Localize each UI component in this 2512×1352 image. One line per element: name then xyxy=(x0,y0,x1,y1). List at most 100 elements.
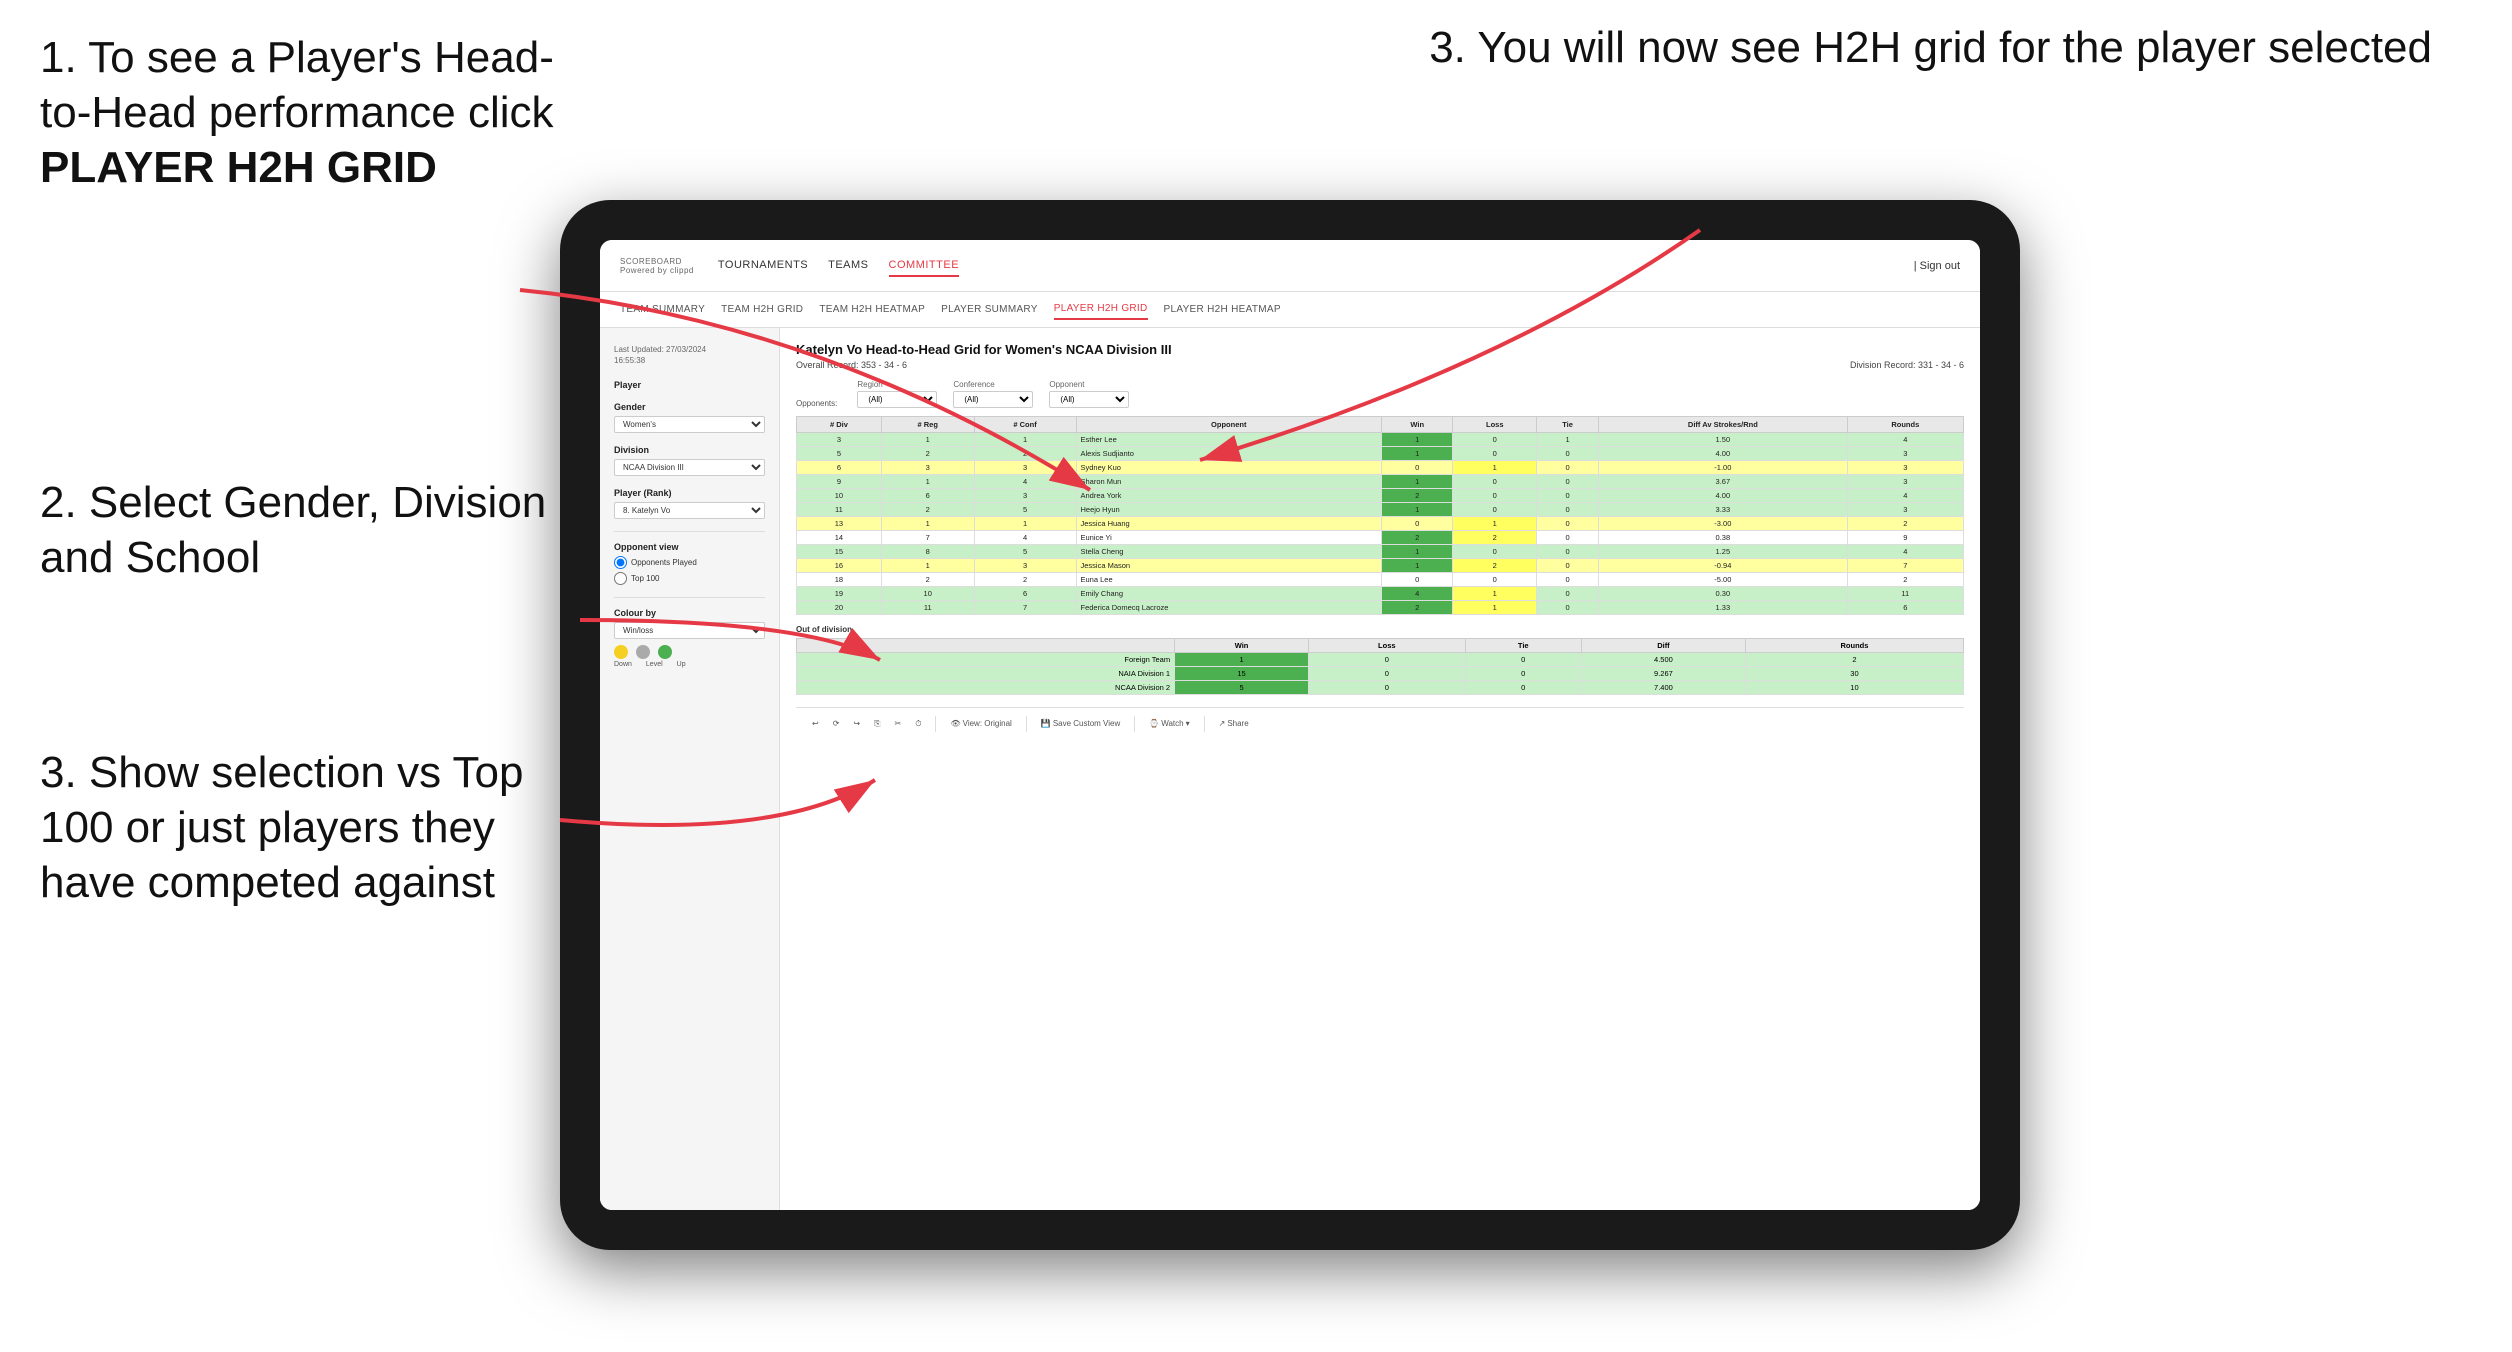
out-of-division-label: Out of division xyxy=(796,625,1964,634)
cell-opponent: Eunice Yi xyxy=(1076,531,1382,545)
cell-reg: 1 xyxy=(881,517,974,531)
th-win: Win xyxy=(1382,417,1453,433)
ood-th-tie: Tie xyxy=(1465,639,1581,653)
radio-opponents-played[interactable]: Opponents Played xyxy=(614,556,765,569)
subnav-team-h2h-heatmap[interactable]: TEAM H2H HEATMAP xyxy=(819,300,925,319)
save-icon: 💾 xyxy=(1041,719,1051,728)
toolbar-undo[interactable]: ↩ xyxy=(808,717,823,730)
toolbar-copy[interactable]: ⎘ xyxy=(870,717,884,731)
cell-diff: 3.67 xyxy=(1599,475,1848,489)
cell-opponent: Sharon Mun xyxy=(1076,475,1382,489)
ood-cell-tie: 0 xyxy=(1465,667,1581,681)
cell-reg: 7 xyxy=(881,531,974,545)
legend-up xyxy=(658,645,672,659)
toolbar-share[interactable]: ↗ Share xyxy=(1215,717,1253,730)
th-diff: Diff Av Strokes/Rnd xyxy=(1599,417,1848,433)
filter-conference-label: Conference xyxy=(953,380,1033,389)
legend-down xyxy=(614,645,628,659)
nav-items: TOURNAMENTS TEAMS COMMITTEE xyxy=(718,255,1890,277)
toolbar-divider3 xyxy=(1134,716,1135,732)
toolbar-watch[interactable]: ⌚ Watch ▾ xyxy=(1145,717,1193,730)
step3-right-text: 3. You will now see H2H grid for the pla… xyxy=(1429,20,2432,75)
table-row: 3 1 1 Esther Lee 1 0 1 1.50 4 xyxy=(797,433,1964,447)
tablet-screen: SCOREBOARD Powered by clippd TOURNAMENTS… xyxy=(600,240,1980,1210)
sidebar: Last Updated: 27/03/202416:55:38 Player … xyxy=(600,328,780,1210)
cell-rounds: 3 xyxy=(1847,461,1963,475)
cell-div: 10 xyxy=(797,489,882,503)
radio-opponents-played-label: Opponents Played xyxy=(631,558,697,567)
ood-row: NCAA Division 2 5 0 0 7.400 10 xyxy=(797,681,1964,695)
cell-diff: -3.00 xyxy=(1599,517,1848,531)
toolbar: ↩ ⟳ ↪ ⎘ ✂ ⏱ 👁 View: Original 💾 Save Cust… xyxy=(796,707,1964,739)
sidebar-colour-select[interactable]: Win/loss xyxy=(614,622,765,639)
filter-opponent-select[interactable]: (All) xyxy=(1049,391,1129,408)
logo-text: SCOREBOARD xyxy=(620,257,694,266)
ood-th-loss: Loss xyxy=(1309,639,1466,653)
division-record: Division Record: 331 - 34 - 6 xyxy=(1850,360,1964,370)
subnav-player-h2h-grid[interactable]: PLAYER H2H GRID xyxy=(1054,299,1148,320)
cell-div: 11 xyxy=(797,503,882,517)
cell-win: 0 xyxy=(1382,461,1453,475)
subnav-team-summary[interactable]: TEAM SUMMARY xyxy=(620,300,705,319)
filter-conference-select[interactable]: (All) xyxy=(953,391,1033,408)
cell-conf: 6 xyxy=(974,587,1076,601)
toolbar-view-original[interactable]: 👁 View: Original xyxy=(946,717,1015,730)
instruction-step1: 1. To see a Player's Head-to-Head perfor… xyxy=(40,30,600,195)
sidebar-divider xyxy=(614,531,765,532)
cell-conf: 5 xyxy=(974,503,1076,517)
cell-rounds: 3 xyxy=(1847,447,1963,461)
legend-labels: Down Level Up xyxy=(614,661,765,668)
cell-reg: 2 xyxy=(881,447,974,461)
sidebar-player-rank-select[interactable]: 8. Katelyn Vo xyxy=(614,502,765,519)
sidebar-division-select[interactable]: NCAA Division III xyxy=(614,459,765,476)
ood-th-rounds: Rounds xyxy=(1745,639,1963,653)
cell-loss: 0 xyxy=(1453,489,1537,503)
cell-opponent: Sydney Kuo xyxy=(1076,461,1382,475)
toolbar-redo2[interactable]: ↪ xyxy=(849,717,864,730)
toolbar-divider4 xyxy=(1204,716,1205,732)
radio-top100-input[interactable] xyxy=(614,572,627,585)
ood-cell-rounds: 30 xyxy=(1745,667,1963,681)
subnav-team-h2h-grid[interactable]: TEAM H2H GRID xyxy=(721,300,803,319)
nav-tournaments[interactable]: TOURNAMENTS xyxy=(718,255,808,277)
cell-div: 5 xyxy=(797,447,882,461)
ood-cell-loss: 0 xyxy=(1309,681,1466,695)
nav-right[interactable]: | Sign out xyxy=(1914,260,1960,272)
sidebar-player-rank-label: Player (Rank) xyxy=(614,488,765,498)
toolbar-save-custom[interactable]: 💾 Save Custom View xyxy=(1037,717,1124,730)
subnav-player-h2h-heatmap[interactable]: PLAYER H2H HEATMAP xyxy=(1164,300,1281,319)
cell-opponent: Federica Domecq Lacroze xyxy=(1076,601,1382,615)
legend-level xyxy=(636,645,650,659)
sidebar-gender-select[interactable]: Women's xyxy=(614,416,765,433)
toolbar-clock[interactable]: ⏱ xyxy=(911,717,925,731)
cell-win: 2 xyxy=(1382,489,1453,503)
th-div: # Div xyxy=(797,417,882,433)
nav-committee[interactable]: COMMITTEE xyxy=(889,255,960,277)
filter-region-select[interactable]: (All) xyxy=(857,391,937,408)
nav-teams[interactable]: TEAMS xyxy=(828,255,868,277)
ood-row: NAIA Division 1 15 0 0 9.267 30 xyxy=(797,667,1964,681)
cell-diff: -0.94 xyxy=(1599,559,1848,573)
cell-opponent: Esther Lee xyxy=(1076,433,1382,447)
sidebar-gender-label: Gender xyxy=(614,402,765,412)
radio-top100[interactable]: Top 100 xyxy=(614,572,765,585)
legend-up-label: Up xyxy=(677,661,686,668)
cell-loss: 1 xyxy=(1453,601,1537,615)
toolbar-paste[interactable]: ✂ xyxy=(891,717,906,730)
cell-reg: 1 xyxy=(881,433,974,447)
cell-tie: 0 xyxy=(1537,573,1599,587)
radio-top100-label: Top 100 xyxy=(631,574,659,583)
cell-div: 3 xyxy=(797,433,882,447)
cell-diff: 1.33 xyxy=(1599,601,1848,615)
th-rounds: Rounds xyxy=(1847,417,1963,433)
cell-div: 19 xyxy=(797,587,882,601)
table-row: 18 2 2 Euna Lee 0 0 0 -5.00 2 xyxy=(797,573,1964,587)
ood-table: Win Loss Tie Diff Rounds Foreign Team 1 … xyxy=(796,638,1964,695)
filter-region-label: Region xyxy=(857,380,937,389)
cell-win: 0 xyxy=(1382,517,1453,531)
cell-diff: 1.25 xyxy=(1599,545,1848,559)
subnav-player-summary[interactable]: PLAYER SUMMARY xyxy=(941,300,1038,319)
radio-opponents-played-input[interactable] xyxy=(614,556,627,569)
ood-header-row: Win Loss Tie Diff Rounds xyxy=(797,639,1964,653)
toolbar-redo1[interactable]: ⟳ xyxy=(829,717,844,730)
